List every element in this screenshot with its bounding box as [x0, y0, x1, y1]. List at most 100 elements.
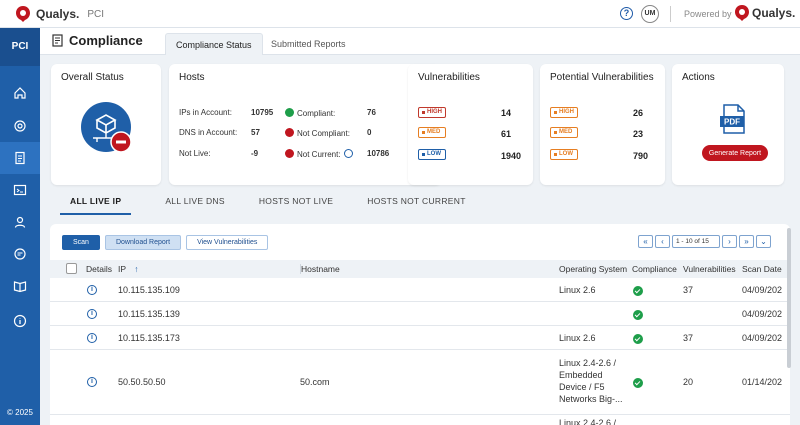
row-os: Linux 2.4-2.6 / Embedded Device / F5 Net… [559, 358, 623, 404]
compliant-label: Compliant: [297, 109, 336, 118]
dashboard-icon [14, 120, 26, 132]
row-ip: 10.115.135.139 [118, 309, 180, 319]
row-ip: 50.50.50.50 [118, 377, 166, 387]
sidebar-item-dashboard[interactable] [0, 110, 40, 142]
not-live-label: Not Live: [179, 149, 211, 158]
severity-med-badge: MED [550, 127, 578, 138]
vulnerabilities-card: Vulnerabilities HIGH 14 MED 61 LOW 1940 [408, 64, 533, 185]
view-vulnerabilities-button[interactable]: View Vulnerabilities [186, 235, 269, 250]
details-info-icon[interactable]: i [87, 285, 97, 295]
severity-low-badge: LOW [550, 149, 578, 160]
not-compliant-row: Not Compliant: [285, 128, 350, 138]
severity-high-badge: HIGH [418, 107, 446, 118]
tab-hosts-not-live[interactable]: HOSTS NOT LIVE [259, 196, 333, 215]
row-os: Linux 2.4-2.6 / [559, 418, 617, 425]
tab-all-live-dns[interactable]: ALL LIVE DNS [165, 196, 225, 215]
compliance-icon [52, 34, 63, 47]
sidebar-item-support[interactable] [0, 238, 40, 270]
column-hostname[interactable]: Hostname [300, 264, 340, 274]
column-ip[interactable]: IP ↑ [118, 264, 139, 274]
table-row[interactable]: i 10.115.135.109 Linux 2.6 37 04/09/202 [50, 278, 790, 302]
last-page-button[interactable]: » [739, 235, 754, 248]
vuln-high-count: 14 [501, 108, 512, 118]
pdf-label: PDF [724, 118, 740, 127]
row-hostname: 50.com [300, 377, 330, 387]
sidebar-section-pci[interactable]: PCI [0, 28, 40, 66]
prev-page-button[interactable]: ‹ [655, 235, 670, 248]
info-icon[interactable] [343, 149, 353, 158]
header-divider [670, 6, 671, 22]
host-filter-tabs: ALL LIVE IP ALL LIVE DNS HOSTS NOT LIVE … [60, 196, 466, 215]
sidebar-item-reports[interactable] [0, 174, 40, 206]
qualys-logo[interactable]: Qualys. PCI [16, 6, 104, 22]
check-icon [285, 108, 294, 117]
details-info-icon[interactable]: i [87, 377, 97, 387]
home-icon [14, 87, 26, 99]
sort-asc-icon: ↑ [134, 264, 139, 274]
not-current-row: Not Current: [285, 149, 356, 159]
user-avatar[interactable]: UM [641, 5, 659, 23]
expand-button[interactable]: ⌄ [756, 235, 771, 248]
sidebar-item-info[interactable] [0, 305, 40, 337]
sidebar-item-compliance[interactable] [0, 142, 40, 174]
page-range-select[interactable]: 1 - 10 of 15 [672, 235, 720, 248]
sidebar: PCI © 2025 [0, 28, 40, 425]
overall-status-card: Overall Status [51, 64, 161, 185]
book-icon [13, 281, 27, 293]
not-compliant-value: 0 [367, 128, 372, 137]
hosts-table-card: Scan Download Report View Vulnerabilitie… [50, 224, 790, 425]
row-os: Linux 2.6 [559, 285, 596, 295]
sidebar-item-users[interactable] [0, 206, 40, 238]
row-vulnerabilities: 37 [683, 285, 694, 295]
severity-high-badge: HIGH [550, 107, 578, 118]
hosts-title: Hosts [179, 72, 205, 83]
copyright: © 2025 [7, 408, 33, 417]
row-vulnerabilities: 37 [683, 333, 694, 343]
powered-by-label: Powered by [684, 9, 732, 19]
column-vulnerabilities[interactable]: Vulnerabilities [683, 264, 736, 274]
sidebar-item-home[interactable] [0, 77, 40, 109]
row-vulnerabilities: 20 [683, 377, 694, 387]
tab-compliance-status[interactable]: Compliance Status [165, 33, 263, 55]
details-info-icon[interactable]: i [87, 309, 97, 319]
reports-icon [13, 184, 27, 196]
details-info-icon[interactable]: i [87, 333, 97, 343]
table-row[interactable]: i 50.50.50.50 50.com Linux 2.4-2.6 / Emb… [50, 350, 790, 415]
help-icon[interactable]: ? [620, 7, 633, 20]
not-current-label: Not Current: [297, 150, 341, 159]
table-header: Details IP ↑ Hostname Operating System C… [50, 260, 790, 278]
column-ip-label: IP [118, 264, 126, 274]
table-row[interactable]: i 10.115.135.173 Linux 2.6 37 04/09/202 [50, 326, 790, 350]
tab-hosts-not-current[interactable]: HOSTS NOT CURRENT [367, 196, 465, 215]
sidebar-item-docs[interactable] [0, 270, 40, 302]
column-details: Details [86, 264, 112, 274]
dns-in-account-label: DNS in Account: [179, 128, 238, 137]
ips-in-account-value: 10795 [251, 108, 274, 117]
column-compliance[interactable]: Compliance [632, 264, 677, 274]
info-icon [13, 314, 27, 328]
brand-name: Qualys. [36, 7, 80, 21]
row-scan-date: 04/09/202 [742, 285, 783, 295]
potential-med-count: 23 [633, 129, 644, 139]
generate-report-button[interactable]: Generate Report [702, 145, 768, 161]
scan-button[interactable]: Scan [62, 235, 100, 250]
minus-icon [285, 149, 294, 158]
table-row[interactable]: Linux 2.4-2.6 / [50, 415, 790, 425]
compliant-value: 76 [367, 108, 376, 117]
next-page-button[interactable]: › [722, 235, 737, 248]
pdf-icon: PDF [720, 104, 745, 134]
table-scrollbar[interactable] [787, 228, 791, 368]
select-all-checkbox[interactable] [66, 263, 77, 274]
severity-med-badge: MED [418, 127, 446, 138]
tab-all-live-ip[interactable]: ALL LIVE IP [60, 196, 132, 215]
compliant-check-icon [633, 334, 643, 344]
tab-submitted-reports[interactable]: Submitted Reports [261, 33, 356, 55]
qualys-shield-icon [16, 6, 30, 22]
table-row[interactable]: i 10.115.135.139 04/09/202 [50, 302, 790, 326]
first-page-button[interactable]: « [638, 235, 653, 248]
powered-by-logo: Qualys. [735, 5, 795, 21]
download-report-button[interactable]: Download Report [104, 235, 182, 250]
column-operating-system[interactable]: Operating System [559, 264, 627, 274]
potential-high-count: 26 [633, 108, 644, 118]
column-scan-date[interactable]: Scan Date [742, 264, 782, 274]
